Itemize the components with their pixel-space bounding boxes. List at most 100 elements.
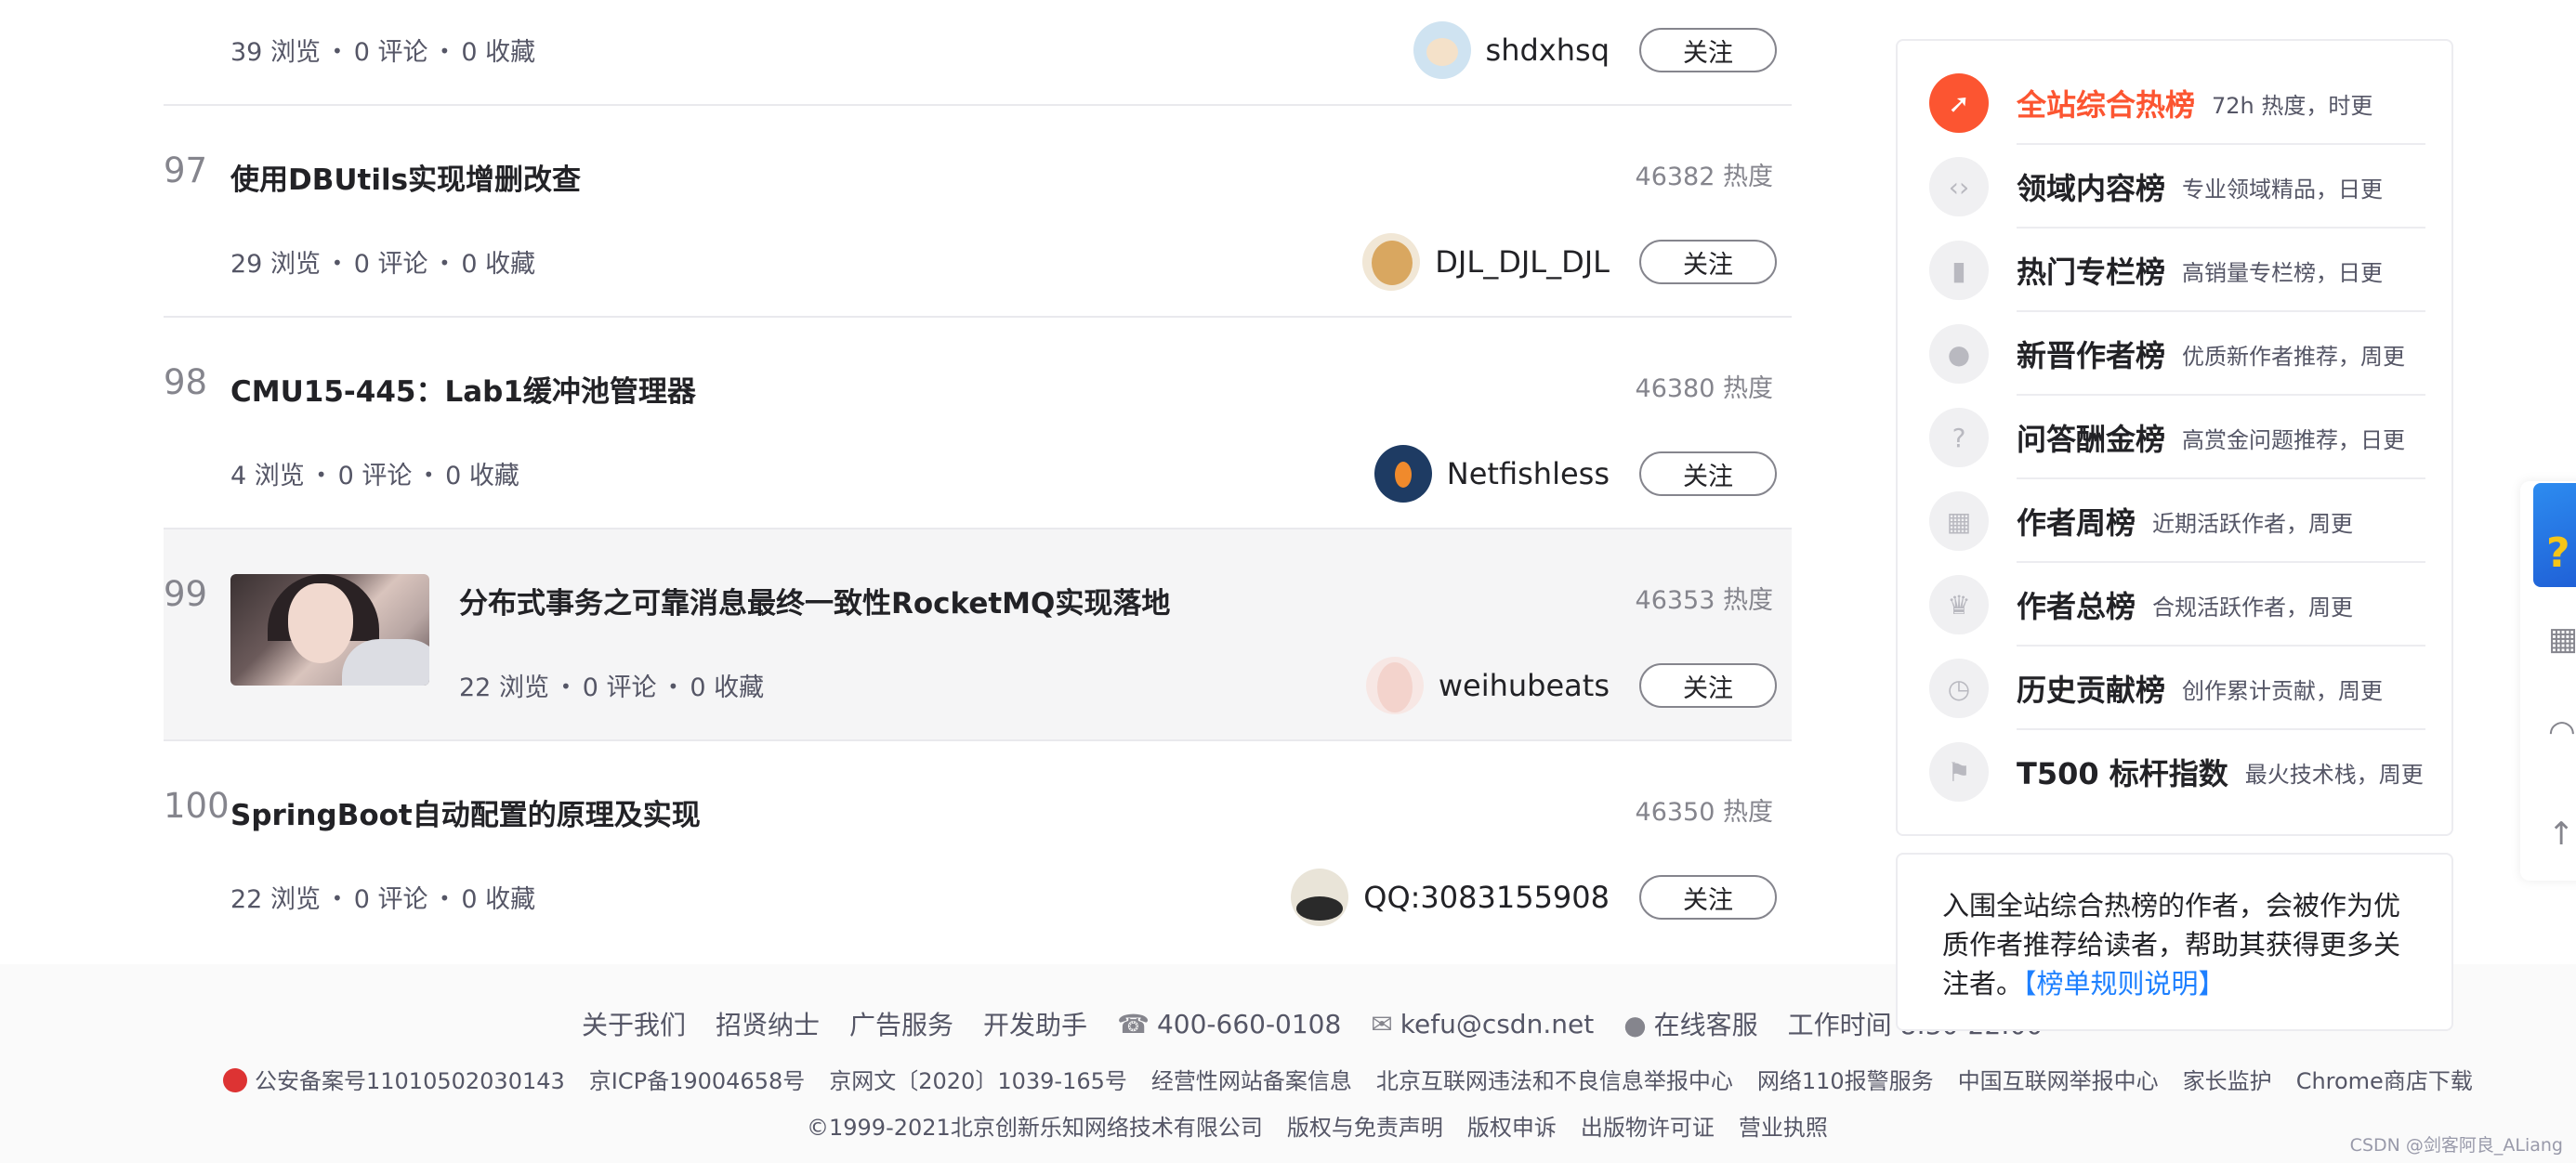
footer-phone[interactable]: ☎ 400-660-0108 bbox=[1117, 1009, 1341, 1039]
watermark: CSDN @剑客阿良_ALiang bbox=[2349, 1135, 2563, 1156]
code-icon: ‹› bbox=[1929, 157, 1989, 216]
author-info[interactable]: weihubeats bbox=[1365, 656, 1610, 715]
promo-icon[interactable]: ? bbox=[2533, 483, 2576, 587]
rank-number: 99 bbox=[164, 574, 208, 614]
sidebar-item-qa-bounty[interactable]: ? 问答酬金榜 高赏金问题推荐，日更 bbox=[1929, 396, 2425, 479]
dog-avatar-icon[interactable] bbox=[1362, 233, 1421, 291]
rank-row[interactable]: 98 CMU15-445：Lab1缓冲池管理器 46380 热度 4 浏览 • 0 … bbox=[164, 318, 1792, 529]
sidebar-item-label: 热门专栏榜 bbox=[2017, 255, 2166, 290]
footer-link-disclaimer[interactable]: 版权与免责声明 bbox=[1287, 1109, 1443, 1142]
footer-email-address: kefu@csdn.net bbox=[1400, 1008, 1595, 1039]
separator-dot: • bbox=[423, 464, 435, 486]
footer-link-dev-helper[interactable]: 开发助手 bbox=[983, 1005, 1087, 1042]
footer-online-service[interactable]: ● 在线客服 bbox=[1623, 1005, 1757, 1042]
footer-link-jobs[interactable]: 招贤纳士 bbox=[716, 1005, 820, 1042]
sidebar-item-column[interactable]: ▮ 热门专栏榜 高销量专栏榜，日更 bbox=[1929, 229, 2425, 312]
sidebar-item-total-author[interactable]: ♛ 作者总榜 合规活跃作者，周更 bbox=[1929, 563, 2425, 647]
article-title[interactable]: 分布式事务之可靠消息最终一致性RocketMQ实现落地 bbox=[459, 580, 1170, 621]
article-title[interactable]: 使用DBUtils实现增删改查 bbox=[230, 156, 581, 198]
footer-link-about[interactable]: 关于我们 bbox=[582, 1005, 686, 1042]
separator-dot: • bbox=[315, 464, 327, 486]
fish-avatar-icon[interactable] bbox=[1373, 445, 1432, 503]
sidebar-item-new-author[interactable]: ● 新晋作者榜 优质新作者推荐，周更 bbox=[1929, 312, 2425, 396]
follow-button[interactable]: 关注 bbox=[1639, 875, 1777, 920]
qq-avatar-icon[interactable] bbox=[1291, 869, 1349, 926]
author-name[interactable]: Netfishless bbox=[1447, 456, 1610, 491]
girl-avatar-icon[interactable] bbox=[1365, 657, 1424, 714]
rank-stats: 29 浏览 • 0 评论 • 0 收藏 bbox=[230, 243, 535, 280]
article-thumbnail[interactable] bbox=[230, 574, 429, 686]
rank-stats: 22 浏览 • 0 评论 • 0 收藏 bbox=[459, 667, 764, 703]
back-to-top-icon[interactable]: ↑ bbox=[2548, 816, 2576, 853]
footer-link-business-license[interactable]: 营业执照 bbox=[1739, 1109, 1828, 1142]
rank-row[interactable]: 39 浏览 • 0 评论 • 0 收藏 shdxhsq 关注 bbox=[164, 0, 1792, 106]
sidebar-item-desc: 72h 热度，时更 bbox=[2212, 92, 2373, 119]
footer-link-police-record[interactable]: 公安备案号11010502030143 bbox=[223, 1063, 565, 1095]
promo-question-icon: ? bbox=[2546, 529, 2570, 577]
follow-button[interactable]: 关注 bbox=[1639, 240, 1777, 284]
ranking-rules-link[interactable]: 【榜单规则说明】 bbox=[2023, 968, 2226, 1000]
sidebar-item-history[interactable]: ◷ 历史贡献榜 创作累计贡献，周更 bbox=[1929, 647, 2425, 730]
follow-button[interactable]: 关注 bbox=[1639, 663, 1777, 708]
sidebar-item-t500[interactable]: ⚑ T500 标杆指数 最火技术栈，周更 bbox=[1929, 730, 2425, 814]
footer-link-icp[interactable]: 京ICP备19004658号 bbox=[589, 1063, 805, 1095]
separator-dot: • bbox=[439, 887, 451, 909]
separator-dot: • bbox=[331, 252, 343, 274]
author-info[interactable]: QQ:3083155908 bbox=[1291, 868, 1610, 927]
comments-count: 0 评论 bbox=[353, 250, 428, 279]
separator-dot: • bbox=[667, 675, 679, 698]
rank-stats: 22 浏览 • 0 评论 • 0 收藏 bbox=[230, 879, 535, 915]
author-info[interactable]: shdxhsq bbox=[1413, 20, 1610, 80]
footer-link-police-record-label: 公安备案号11010502030143 bbox=[255, 1068, 565, 1094]
footer-link-chrome-store[interactable]: Chrome商店下载 bbox=[2296, 1063, 2473, 1095]
follow-button[interactable]: 关注 bbox=[1639, 28, 1777, 72]
heat-score: 46353 热度 bbox=[1635, 586, 1773, 615]
headset-icon[interactable]: ◠ bbox=[2548, 713, 2576, 751]
favorites-count: 0 收藏 bbox=[461, 885, 536, 914]
footer-link-culture-license[interactable]: 京网文〔2020〕1039-165号 bbox=[829, 1063, 1127, 1095]
rank-row[interactable]: 97 使用DBUtils实现增删改查 46382 热度 29 浏览 • 0 评论 • 0… bbox=[164, 106, 1792, 318]
article-title[interactable]: SpringBoot自动配置的原理及实现 bbox=[230, 791, 701, 833]
chat-icon: ● bbox=[1623, 1010, 1647, 1040]
benchmark-icon: ⚑ bbox=[1929, 742, 1989, 802]
footer-link-china-report[interactable]: 中国互联网举报中心 bbox=[1958, 1063, 2159, 1095]
author-name[interactable]: QQ:3083155908 bbox=[1363, 880, 1610, 915]
rank-row[interactable]: 100 SpringBoot自动配置的原理及实现 46350 热度 22 浏览 •… bbox=[164, 741, 1792, 953]
author-name[interactable]: DJL_DJL_DJL bbox=[1435, 244, 1610, 280]
page: 39 浏览 • 0 评论 • 0 收藏 shdxhsq 关注 97 使用DBUtils实… bbox=[0, 0, 2576, 1163]
article-title[interactable]: CMU15-445：Lab1缓冲池管理器 bbox=[230, 368, 696, 410]
favorites-count: 0 收藏 bbox=[445, 462, 519, 490]
sidebar-item-overall-hot[interactable]: ➚ 全站综合热榜 72h 热度，时更 bbox=[1929, 61, 2425, 145]
sidebar-item-label: 全站综合热榜 bbox=[2017, 87, 2196, 123]
column-icon: ▮ bbox=[1929, 241, 1989, 300]
footer-link-parental[interactable]: 家长监护 bbox=[2183, 1063, 2272, 1095]
sidebar-item-desc: 最火技术栈，周更 bbox=[2244, 761, 2424, 788]
rank-row[interactable]: 99 分布式事务之可靠消息最终一致性RocketMQ实现落地 46353 热度 … bbox=[164, 529, 1792, 741]
qrcode-icon[interactable]: ▦ bbox=[2548, 621, 2576, 658]
views-count: 29 浏览 bbox=[230, 250, 321, 279]
author-info[interactable]: DJL_DJL_DJL bbox=[1362, 232, 1610, 292]
sidebar-item-desc: 高赏金问题推荐，日更 bbox=[2182, 426, 2406, 453]
footer-link-business-record[interactable]: 经营性网站备案信息 bbox=[1151, 1063, 1352, 1095]
author-name[interactable]: weihubeats bbox=[1439, 668, 1610, 703]
comments-count: 0 评论 bbox=[337, 462, 413, 490]
sidebar-item-desc: 合规活跃作者，周更 bbox=[2152, 594, 2354, 621]
footer-link-copyright-appeal[interactable]: 版权申诉 bbox=[1467, 1109, 1557, 1142]
author-info[interactable]: Netfishless bbox=[1373, 444, 1610, 503]
footer-link-110[interactable]: 网络110报警服务 bbox=[1757, 1063, 1934, 1095]
sidebar-item-label: 新晋作者榜 bbox=[2017, 338, 2166, 373]
thumbnail-shirt-shape bbox=[342, 639, 429, 686]
footer-link-report-center[interactable]: 北京互联网违法和不良信息举报中心 bbox=[1376, 1063, 1733, 1095]
sidebar-item-weekly-author[interactable]: ▦ 作者周榜 近期活跃作者，周更 bbox=[1929, 479, 2425, 563]
sidebar-item-domain[interactable]: ‹› 领域内容榜 专业领域精品，日更 bbox=[1929, 145, 2425, 229]
follow-button[interactable]: 关注 bbox=[1639, 451, 1777, 496]
sidebar-item-label: 领域内容榜 bbox=[2017, 171, 2166, 206]
monkey-avatar-icon[interactable] bbox=[1413, 21, 1471, 79]
sidebar-item-label: 问答酬金榜 bbox=[2017, 422, 2166, 457]
calendar-icon: ▦ bbox=[1929, 491, 1989, 551]
rank-stats: 4 浏览 • 0 评论 • 0 收藏 bbox=[230, 455, 519, 491]
author-name[interactable]: shdxhsq bbox=[1486, 33, 1610, 68]
footer-email[interactable]: ✉ kefu@csdn.net bbox=[1371, 1009, 1594, 1039]
footer-link-publication-license[interactable]: 出版物许可证 bbox=[1581, 1109, 1715, 1142]
footer-link-ads[interactable]: 广告服务 bbox=[849, 1005, 953, 1042]
